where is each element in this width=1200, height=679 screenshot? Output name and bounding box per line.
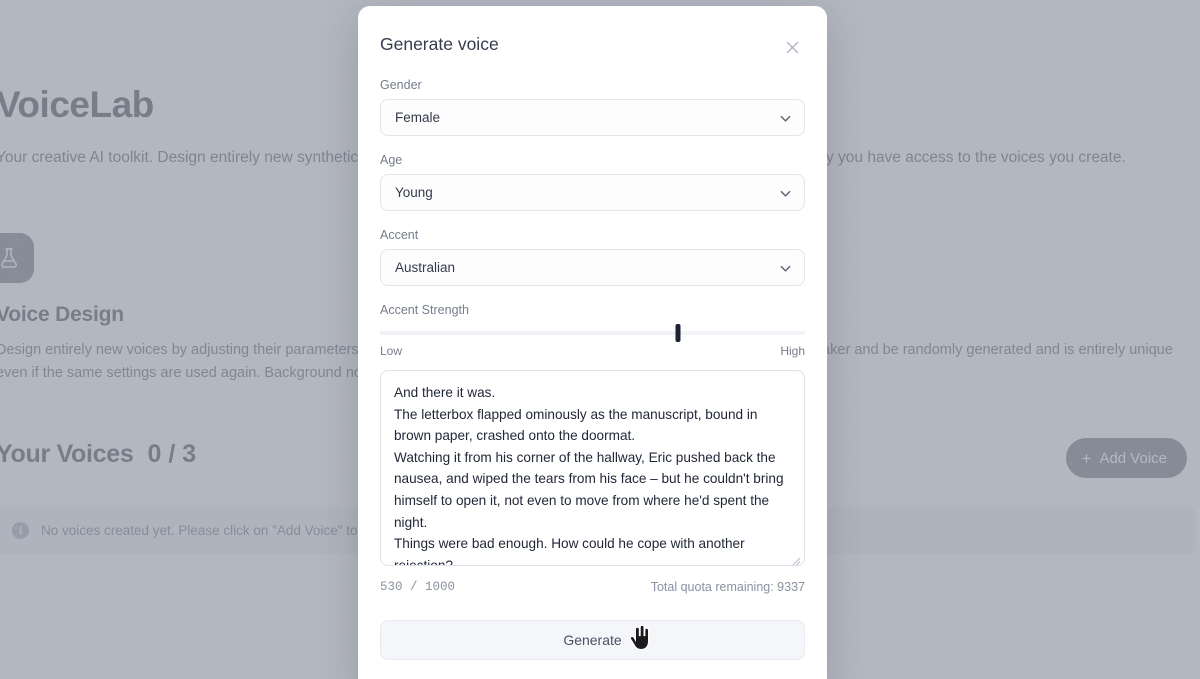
slider-low-label: Low	[380, 344, 403, 358]
age-value: Young	[395, 185, 433, 200]
slider-end-labels: Low High	[380, 344, 805, 358]
accent-select[interactable]: Australian	[380, 249, 805, 286]
age-label: Age	[380, 153, 403, 167]
accent-label: Accent	[380, 228, 419, 242]
accent-strength-block: Accent Strength Low High	[380, 303, 805, 358]
gender-select[interactable]: Female	[380, 99, 805, 136]
age-select[interactable]: Young	[380, 174, 805, 211]
generate-voice-modal: Generate voice Gender Female Age Young A…	[358, 6, 827, 679]
text-input-wrap	[380, 370, 805, 571]
accent-strength-slider[interactable]	[380, 324, 805, 342]
app-root: VoiceLab Your creative AI toolkit. Desig…	[0, 0, 1200, 679]
modal-header: Generate voice	[380, 6, 805, 78]
gender-label: Gender	[380, 78, 422, 92]
quota-remaining: Total quota remaining: 9337	[650, 580, 805, 594]
slider-fill	[380, 331, 678, 335]
close-icon	[784, 39, 801, 56]
gender-select-wrap: Female	[380, 99, 805, 136]
slider-thumb[interactable]	[675, 324, 680, 342]
slider-high-label: High	[780, 344, 805, 358]
age-select-wrap: Young	[380, 174, 805, 211]
accent-strength-label: Accent Strength	[380, 303, 469, 317]
accent-value: Australian	[395, 260, 456, 275]
gender-value: Female	[395, 110, 441, 125]
accent-select-wrap: Australian	[380, 249, 805, 286]
voice-text-input[interactable]	[380, 370, 805, 566]
modal-title: Generate voice	[380, 33, 499, 54]
close-button[interactable]	[775, 30, 809, 64]
character-counter: 530 / 1000	[380, 580, 456, 594]
generate-button[interactable]: Generate	[380, 620, 805, 660]
counter-row: 530 / 1000 Total quota remaining: 9337	[380, 580, 805, 594]
